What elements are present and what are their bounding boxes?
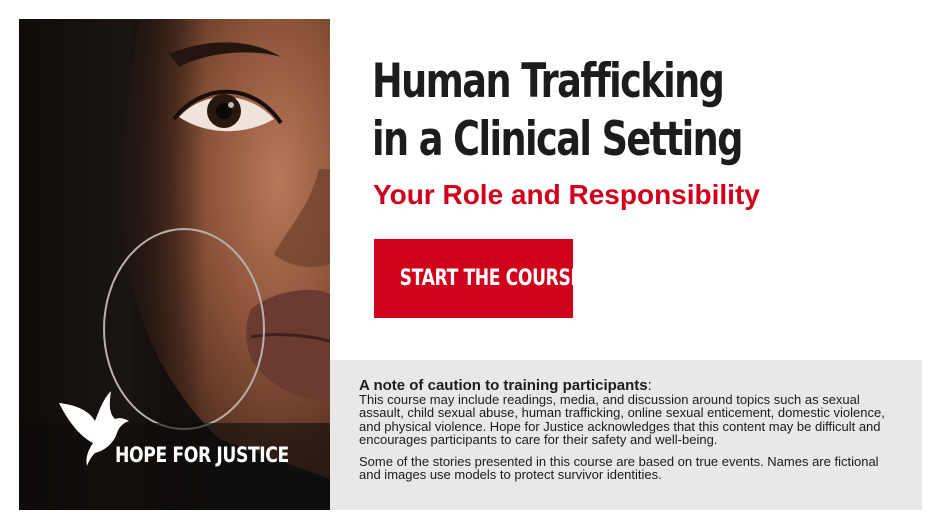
title-line-2: in a Clinical Setting [372, 112, 743, 167]
page-title: Human Trafficking in a Clinical Setting [372, 53, 743, 169]
page-subtitle: Your Role and Responsibility [373, 179, 760, 210]
caution-paragraph-2: Some of the stories presented in this co… [359, 453, 879, 482]
start-course-button[interactable]: START THE COURSE [374, 239, 582, 318]
hope-for-justice-logo: HOPE FOR JUSTICE [59, 391, 299, 481]
caution-note: A note of caution to training participan… [330, 360, 922, 510]
logo-wordmark: HOPE FOR JUSTICE [115, 443, 289, 467]
hero-photo: HOPE FOR JUSTICE [19, 19, 330, 510]
start-course-label: START THE COURSE [399, 266, 582, 291]
course-intro-card: HOPE FOR JUSTICE Human Trafficking in a … [19, 19, 922, 510]
title-line-1: Human Trafficking [372, 54, 725, 109]
caution-heading: A note of caution to training participan… [359, 378, 900, 393]
caution-paragraph-1: This course may include readings, media,… [359, 391, 885, 447]
